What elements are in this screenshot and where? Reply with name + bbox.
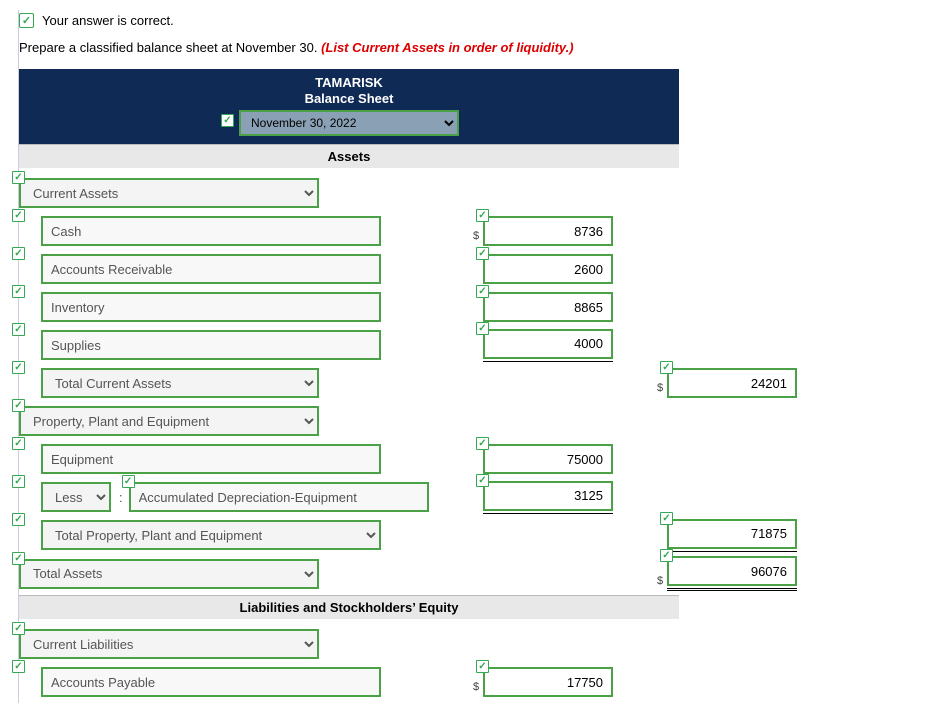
check-icon: ✓ [12, 622, 25, 635]
instruction: Prepare a classified balance sheet at No… [19, 40, 924, 55]
ppe-select[interactable]: Property, Plant and Equipment [19, 406, 319, 436]
check-icon: ✓ [660, 549, 673, 562]
cash-value[interactable] [483, 216, 613, 246]
check-icon: ✓ [12, 399, 25, 412]
feedback-text: Your answer is correct. [42, 13, 174, 28]
check-icon: ✓ [12, 361, 25, 374]
check-icon: ✓ [476, 209, 489, 222]
check-icon: ✓ [12, 285, 25, 298]
date-select-wrap: ✓ November 30, 2022 [239, 110, 459, 136]
tppe-value[interactable] [667, 519, 797, 549]
tca-value[interactable] [667, 368, 797, 398]
dollar-sign: $ [657, 575, 663, 587]
dollar-sign: $ [473, 230, 479, 242]
company-name: TAMARISK [19, 75, 679, 90]
ar-label[interactable] [41, 254, 381, 284]
check-icon: ✓ [12, 475, 25, 488]
check-icon: ✓ [660, 512, 673, 525]
check-icon: ✓ [122, 475, 135, 488]
inv-label[interactable] [41, 292, 381, 322]
equip-value[interactable] [483, 444, 613, 474]
check-icon: ✓ [476, 474, 489, 487]
sup-value[interactable] [483, 329, 613, 359]
correct-check-icon: ✓ [19, 13, 34, 28]
inv-value[interactable] [483, 292, 613, 322]
check-icon: ✓ [476, 322, 489, 335]
ar-value[interactable] [483, 254, 613, 284]
sheet-title: Balance Sheet [19, 91, 679, 106]
tppe-select[interactable]: Total Property, Plant and Equipment [41, 520, 381, 550]
sup-label[interactable] [41, 330, 381, 360]
check-icon: ✓ [12, 513, 25, 526]
check-icon: ✓ [221, 114, 234, 127]
balance-sheet: TAMARISK Balance Sheet ✓ November 30, 20… [19, 69, 679, 703]
check-icon: ✓ [12, 171, 25, 184]
check-icon: ✓ [660, 361, 673, 374]
dollar-sign: $ [657, 382, 663, 394]
equip-label[interactable] [41, 444, 381, 474]
ap-label[interactable] [41, 667, 381, 697]
ap-value[interactable] [483, 667, 613, 697]
check-icon: ✓ [476, 437, 489, 450]
check-icon: ✓ [12, 437, 25, 450]
ta-select[interactable]: Total Assets [19, 559, 319, 589]
check-icon: ✓ [476, 247, 489, 260]
cash-label[interactable] [41, 216, 381, 246]
adep-label[interactable] [129, 482, 429, 512]
check-icon: ✓ [12, 209, 25, 222]
less-select[interactable]: Less [41, 482, 111, 512]
section-liab-eq: Liabilities and Stockholders’ Equity [19, 595, 679, 619]
check-icon: ✓ [12, 660, 25, 673]
adep-value[interactable] [483, 481, 613, 511]
check-icon: ✓ [476, 660, 489, 673]
section-assets: Assets [19, 144, 679, 168]
check-icon: ✓ [12, 552, 25, 565]
current-assets-select[interactable]: Current Assets [19, 178, 319, 208]
date-select[interactable]: November 30, 2022 [239, 110, 459, 136]
dollar-sign: $ [473, 681, 479, 693]
sheet-header: TAMARISK Balance Sheet ✓ November 30, 20… [19, 69, 679, 144]
check-icon: ✓ [12, 323, 25, 336]
cl-select[interactable]: Current Liabilities [19, 629, 319, 659]
tca-select[interactable]: Total Current Assets [41, 368, 319, 398]
check-icon: ✓ [12, 247, 25, 260]
check-icon: ✓ [476, 285, 489, 298]
ta-value[interactable] [667, 556, 797, 586]
